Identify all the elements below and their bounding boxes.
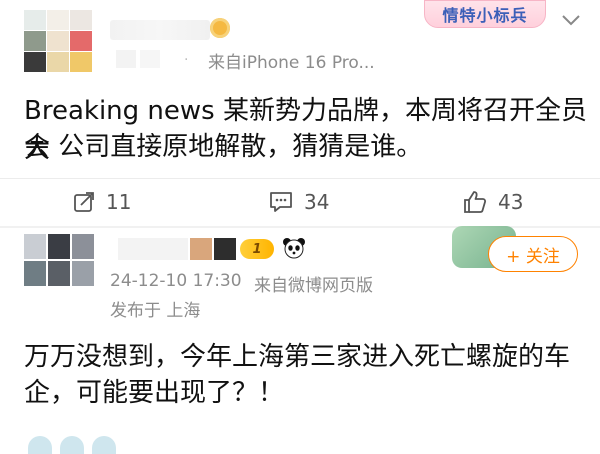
username-blurred[interactable] bbox=[118, 238, 238, 260]
follow-button[interactable]: + 关注 bbox=[488, 236, 578, 272]
emoji-icon bbox=[28, 436, 52, 454]
comment-icon bbox=[268, 190, 294, 214]
post-text-line: 会 公司直接原地解散，猜猜是谁。 bbox=[24, 132, 423, 162]
post-text-line: 万万没想到，今年上海第三家进入死亡螺旋的车 bbox=[24, 342, 571, 372]
like-count: 43 bbox=[498, 190, 524, 214]
avatar[interactable] bbox=[24, 10, 92, 72]
like-button[interactable]: 43 bbox=[462, 190, 523, 214]
repost-button[interactable]: 11 bbox=[72, 190, 131, 214]
separator-dot: ⋅ bbox=[184, 52, 189, 68]
repost-icon bbox=[72, 190, 96, 214]
vip-badge-icon bbox=[210, 18, 230, 38]
thumbs-up-icon bbox=[462, 190, 488, 214]
emoji-icon bbox=[60, 436, 84, 454]
level-badge: 1 bbox=[240, 239, 274, 259]
honor-badge-text: 情特小标兵 bbox=[442, 6, 528, 25]
divider bbox=[0, 178, 600, 179]
comment-button[interactable]: 34 bbox=[268, 190, 329, 214]
username-blurred[interactable] bbox=[110, 20, 210, 40]
post-source: 来自微博网页版 bbox=[254, 276, 373, 296]
post-location: 发布于 上海 bbox=[110, 301, 201, 321]
post-timestamp: 24-12-10 17:30 bbox=[110, 271, 242, 291]
post-text-line: 企，可能要出现了？！ bbox=[24, 378, 285, 408]
avatar[interactable] bbox=[24, 234, 94, 286]
chevron-down-icon[interactable] bbox=[560, 10, 582, 30]
post-source: 来自iPhone 16 Pro... bbox=[208, 53, 375, 73]
follow-button-label: + 关注 bbox=[506, 246, 560, 267]
level-badge-text: 1 bbox=[252, 241, 262, 257]
repost-count: 11 bbox=[106, 190, 132, 214]
honor-badge[interactable]: 情特小标兵 bbox=[424, 0, 546, 28]
panda-icon bbox=[282, 236, 306, 260]
comment-count: 34 bbox=[304, 190, 330, 214]
emoji-icon bbox=[92, 436, 116, 454]
